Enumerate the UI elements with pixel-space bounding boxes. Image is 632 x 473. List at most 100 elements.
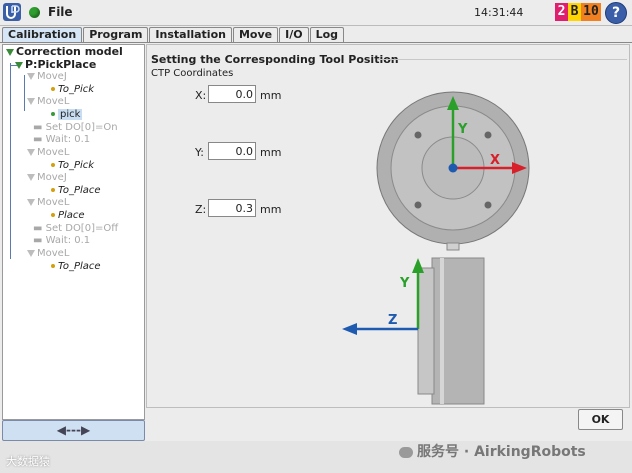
- tree-node-waypoint[interactable]: To_Pick: [51, 84, 94, 96]
- z-unit: mm: [260, 203, 282, 216]
- bolt-hole: [484, 131, 492, 139]
- tree-node-label: MoveL: [37, 147, 70, 158]
- tcp-point: [448, 163, 458, 173]
- expand-icon: [27, 198, 35, 206]
- expand-icon: [27, 72, 35, 80]
- expand-icon: [27, 173, 35, 181]
- z-axis-label: Z: [388, 313, 397, 328]
- watermark-right: 服务号 · AirkingRobots: [399, 441, 586, 461]
- title-divider: [377, 59, 627, 60]
- tree-node-movel[interactable]: MoveL: [27, 248, 69, 260]
- badge-part-2: B: [568, 3, 581, 21]
- tab-move[interactable]: Move: [232, 27, 279, 42]
- tree-node-wait[interactable]: ▬ Wait: 0.1: [33, 235, 90, 247]
- program-tree[interactable]: Correction model P:PickPlace MoveJ To_Pi…: [2, 44, 145, 420]
- tab-program[interactable]: Program: [83, 27, 149, 42]
- tree-node-set[interactable]: ▬ Set DO[0]=On: [33, 122, 118, 134]
- flange-side-body: [431, 257, 485, 405]
- panel-title: Setting the Corresponding Tool Position: [151, 53, 399, 66]
- tree-node-wait[interactable]: ▬ Wait: 0.1: [33, 134, 90, 146]
- panel-subtitle: CTP Coordinates: [151, 68, 234, 79]
- tree-node-label: Wait: 0.1: [45, 235, 91, 246]
- x-field[interactable]: 0.0: [208, 85, 256, 103]
- tree-program-label: P:PickPlace: [25, 58, 97, 71]
- waypoint-icon: [51, 87, 55, 91]
- tree-node-waypoint[interactable]: To_Pick: [51, 160, 94, 172]
- tree-node-label: MoveL: [37, 248, 70, 259]
- waypoint-icon: [51, 213, 55, 217]
- ur-logo-icon: [3, 3, 21, 21]
- wechat-icon: [399, 446, 413, 458]
- help-icon[interactable]: ?: [605, 2, 627, 24]
- tab-divider: [0, 42, 632, 43]
- side-y-axis-label: Y: [399, 276, 410, 291]
- tree-node-movel[interactable]: MoveL: [27, 96, 69, 108]
- tree-node-waypoint[interactable]: To_Place: [51, 261, 101, 273]
- tree-nav-button[interactable]: ◀---▶: [2, 420, 145, 441]
- tree-node-label: To_Place: [58, 185, 101, 196]
- tree-node-label: Place: [58, 210, 85, 221]
- watermark-right-text: 服务号 · AirkingRobots: [417, 444, 586, 460]
- waypoint-icon: [51, 112, 55, 116]
- ok-button[interactable]: OK: [578, 409, 623, 430]
- tree-node-label: To_Pick: [58, 160, 95, 171]
- tree-connector: [10, 63, 11, 259]
- y-unit: mm: [260, 146, 282, 159]
- robot-badge: 2 B 10: [555, 3, 601, 21]
- bolt-hole: [414, 201, 422, 209]
- tree-node-movel[interactable]: MoveL: [27, 197, 69, 209]
- tool-flange-diagram: Y X Y Z: [342, 91, 530, 405]
- top-bar: File 14:31:44 2 B 10 ?: [0, 0, 632, 26]
- x-label: X:: [195, 89, 207, 102]
- tree-node-label: Set DO[0]=Off: [45, 223, 119, 234]
- badge-part-3: 10: [581, 3, 601, 21]
- tree-node-label: Set DO[0]=On: [45, 122, 118, 133]
- tree-node-selected[interactable]: pick: [51, 109, 83, 121]
- expand-icon: [27, 148, 35, 156]
- flange-side-face: [417, 267, 435, 395]
- run-status-icon: [29, 7, 40, 18]
- expand-icon: [27, 249, 35, 257]
- tree-root-label: Correction model: [16, 45, 123, 58]
- tab-installation[interactable]: Installation: [149, 27, 232, 42]
- tree-node-set[interactable]: ▬ Set DO[0]=Off: [33, 223, 118, 235]
- expand-icon: [6, 48, 14, 56]
- tree-node-waypoint[interactable]: To_Place: [51, 185, 101, 197]
- waypoint-icon: [51, 163, 55, 167]
- tree-node-movel[interactable]: MoveL: [27, 147, 69, 159]
- tab-calibration[interactable]: Calibration: [2, 27, 83, 42]
- badge-part-1: 2: [555, 3, 568, 21]
- tree-node-label: MoveJ: [37, 71, 67, 82]
- tab-log[interactable]: Log: [309, 27, 345, 42]
- waypoint-icon: [51, 264, 55, 268]
- tree-node-label: MoveL: [37, 96, 70, 107]
- z-field[interactable]: 0.3: [208, 199, 256, 217]
- tree-node-movej[interactable]: MoveJ: [27, 71, 67, 83]
- tree-program[interactable]: P:PickPlace: [15, 59, 96, 71]
- tree-node-label: To_Pick: [58, 84, 95, 95]
- side-y-axis-arrow: [412, 258, 424, 273]
- tree-node-label: MoveJ: [37, 172, 67, 183]
- clock: 14:31:44: [474, 6, 524, 19]
- tree-node-movej[interactable]: MoveJ: [27, 172, 67, 184]
- tree-root[interactable]: Correction model: [6, 46, 123, 58]
- flange-side-highlight: [440, 258, 444, 404]
- tab-bar: Calibration Program Installation Move I/…: [2, 27, 345, 43]
- expand-icon: [27, 97, 35, 105]
- tree-node-label: Wait: 0.1: [45, 134, 91, 145]
- waypoint-icon: [51, 188, 55, 192]
- y-field[interactable]: 0.0: [208, 142, 256, 160]
- tree-node-label: pick: [58, 109, 83, 120]
- file-menu[interactable]: File: [48, 5, 73, 19]
- bolt-hole: [414, 131, 422, 139]
- tree-connector: [24, 75, 25, 111]
- y-label: Y:: [195, 146, 204, 159]
- flange-pin: [446, 242, 460, 251]
- tree-node-waypoint[interactable]: Place: [51, 210, 85, 222]
- bolt-hole: [484, 201, 492, 209]
- z-axis-arrow: [342, 323, 357, 335]
- expand-icon: [15, 61, 23, 69]
- z-label: Z:: [195, 203, 207, 216]
- x-axis-label: X: [490, 153, 500, 168]
- tab-io[interactable]: I/O: [279, 27, 309, 42]
